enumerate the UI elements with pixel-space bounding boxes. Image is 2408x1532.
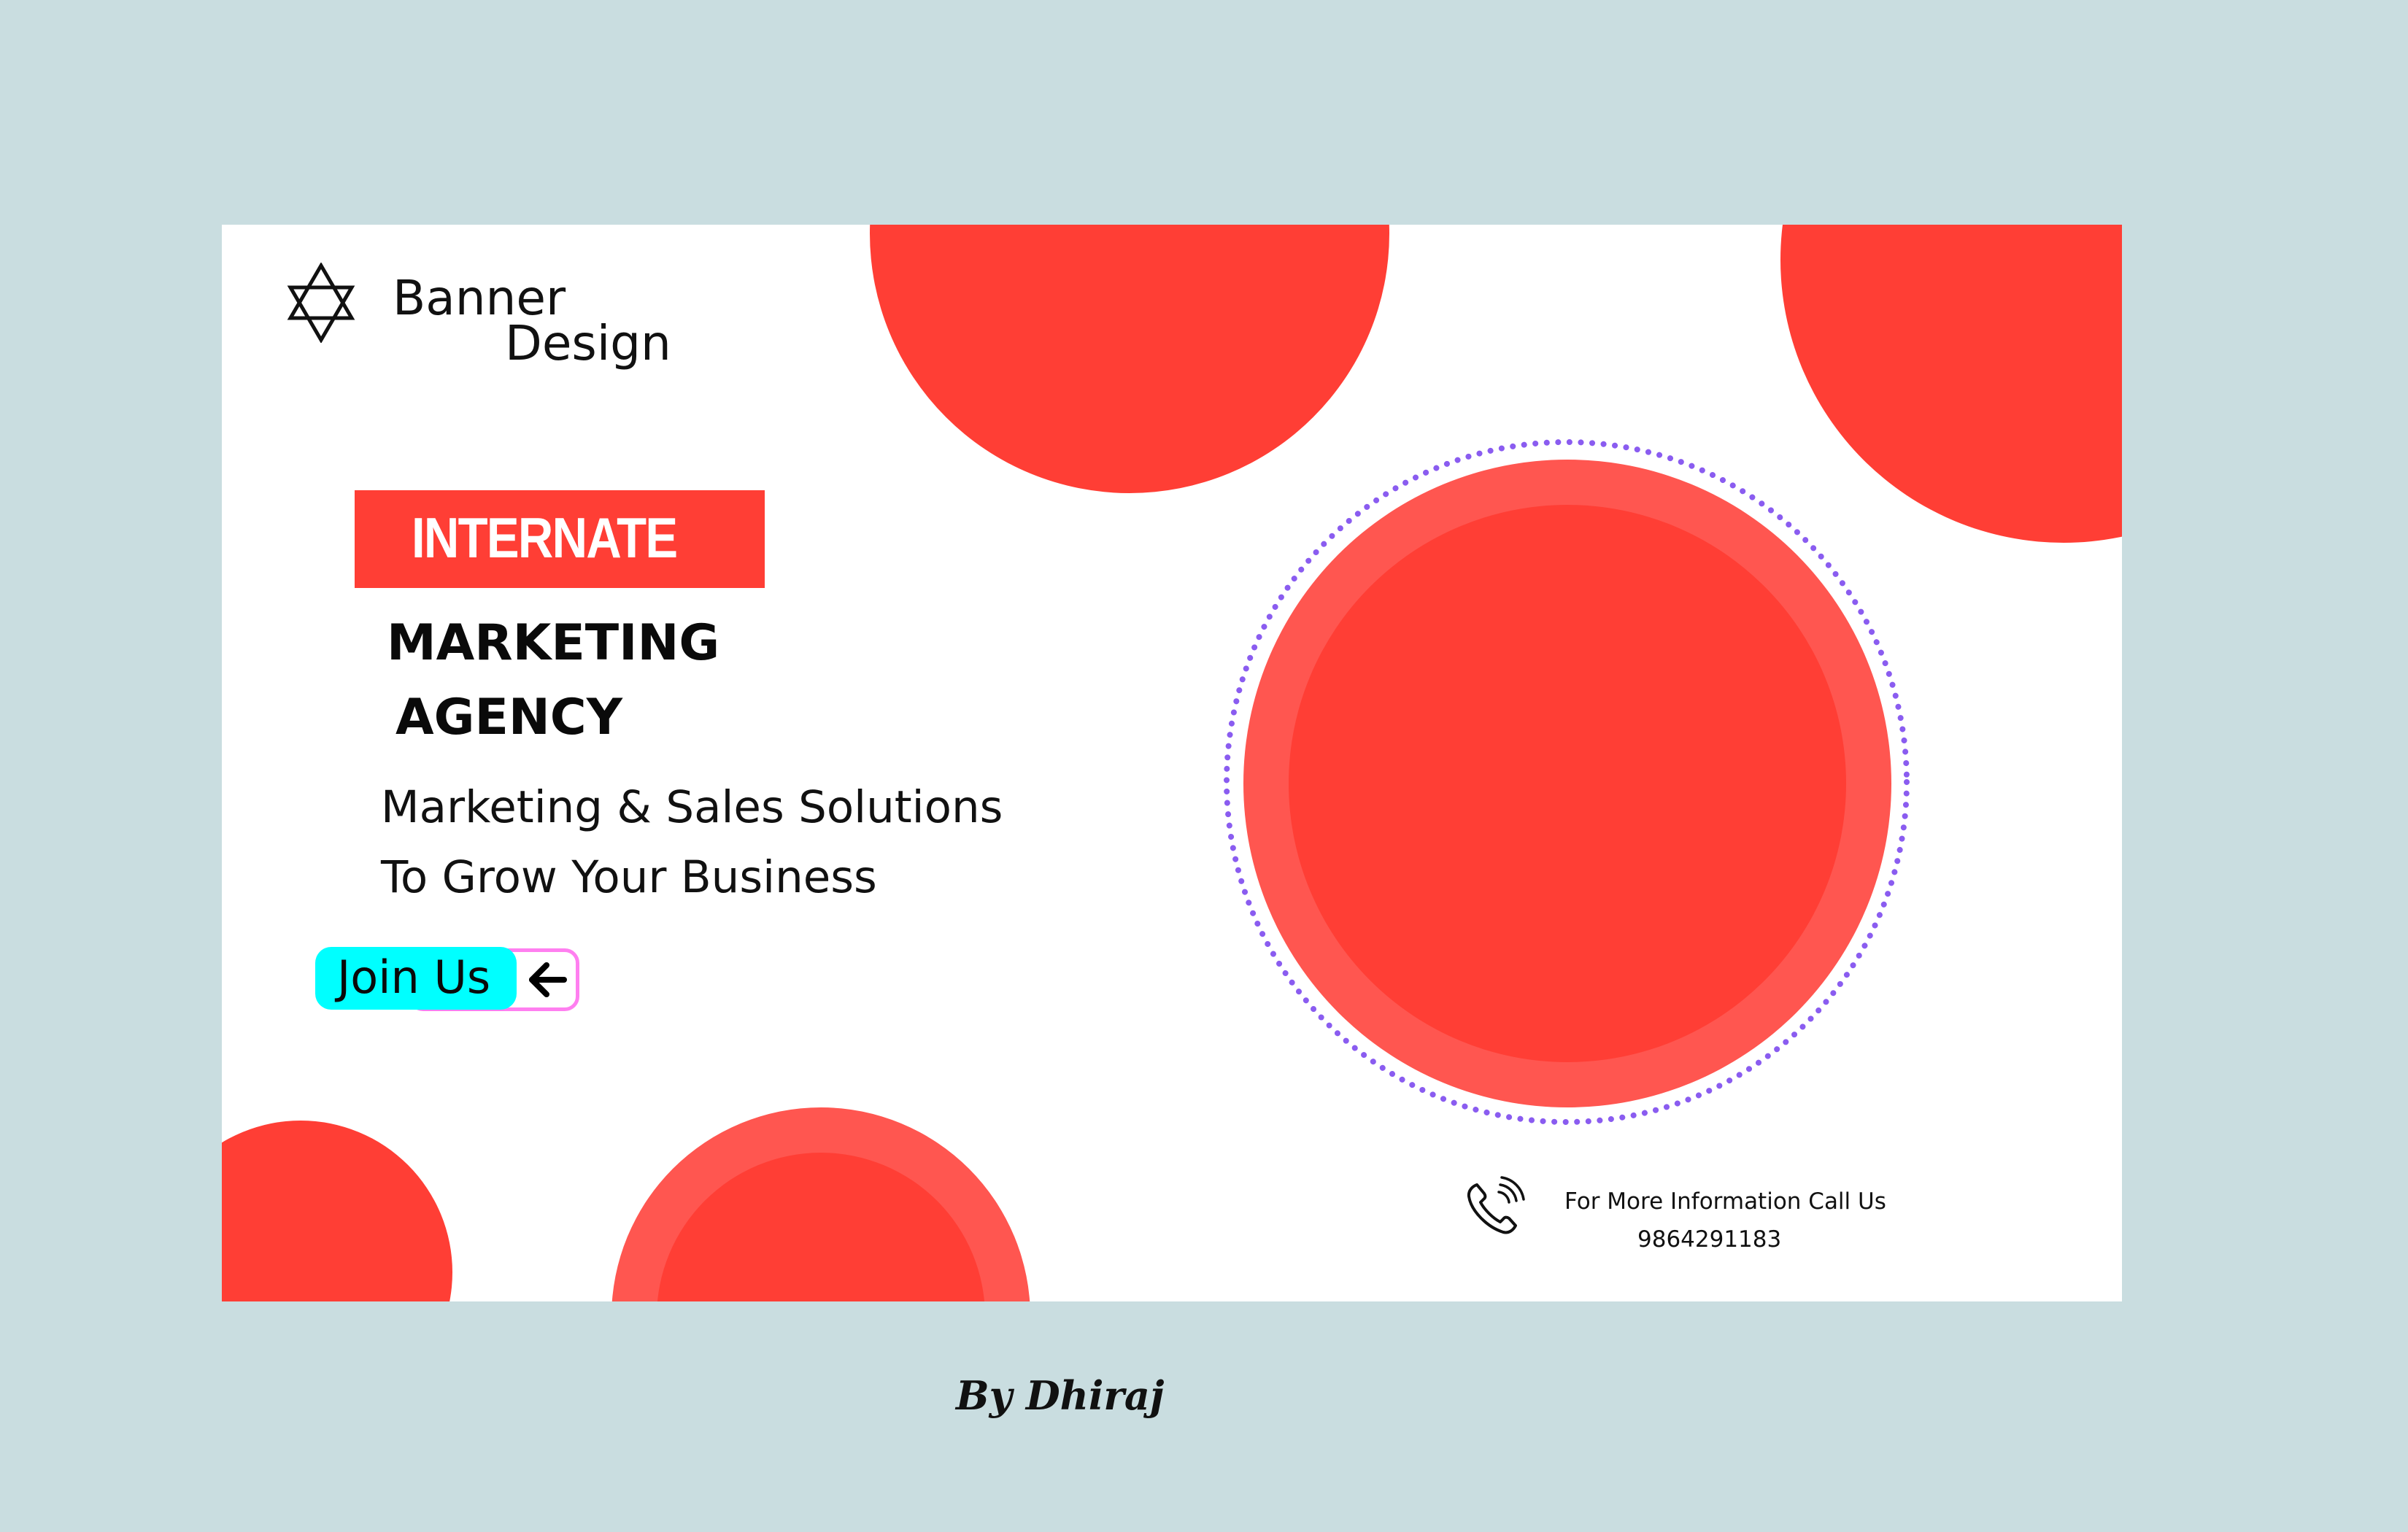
contact-title: For More Information Call Us <box>1564 1188 1886 1215</box>
author-credit: By Dhiraj <box>956 1372 1165 1419</box>
join-us-label: Join Us <box>337 951 491 1004</box>
subtitle-line-1: Marketing & Sales Solutions <box>381 781 1003 833</box>
star-of-david-icon <box>287 263 355 343</box>
logo-text-design: Design <box>505 315 671 371</box>
main-circle-inner <box>1289 505 1846 1062</box>
arrow-left-icon <box>529 962 567 997</box>
headline-marketing: MARKETING <box>387 614 720 672</box>
phone-icon <box>1467 1176 1525 1234</box>
join-us-cta[interactable]: Join Us <box>315 947 579 1011</box>
internate-tag-text: INTERNATE <box>412 506 678 570</box>
banner-card: Banner Design INTERNATE MARKETING AGENCY… <box>222 225 2122 1301</box>
internate-tag: INTERNATE <box>355 490 765 588</box>
decor-circle-bottom-left <box>222 1121 452 1301</box>
contact-phone-number[interactable]: 9864291183 <box>1637 1229 1781 1251</box>
join-us-button[interactable]: Join Us <box>315 947 517 1010</box>
subtitle-line-2: To Grow Your Business <box>381 851 877 903</box>
headline-agency: AGENCY <box>395 689 622 746</box>
